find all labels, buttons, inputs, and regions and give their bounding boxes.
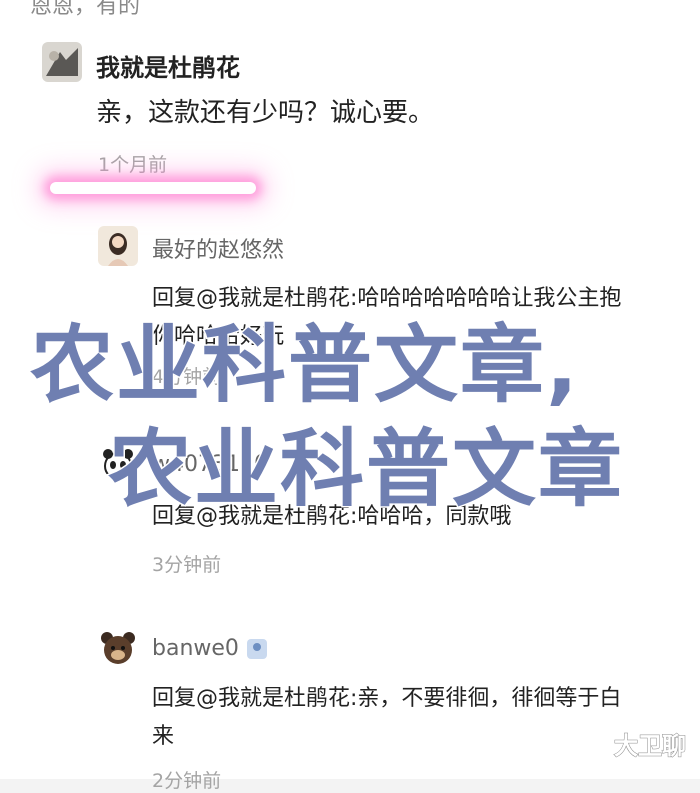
reply-avatar[interactable]: [98, 226, 138, 266]
highlight-glow-line: [50, 182, 256, 194]
reply-avatar[interactable]: [98, 628, 138, 668]
avatar-image-icon: [42, 42, 82, 82]
reply-time: 2分钟前: [152, 770, 222, 792]
bear-avatar-icon: [98, 628, 138, 668]
reply-author[interactable]: banwe0: [152, 636, 239, 661]
overlay-headline-1: 农业科普文章,: [29, 315, 580, 416]
cut-off-text: 恩恩，有的: [30, 0, 141, 19]
reply-author[interactable]: 最好的赵悠然: [152, 232, 284, 264]
overlay-headline-2: 农业科普文章: [106, 419, 625, 520]
reply-text: 回复@我就是杜鹃花:亲，不要徘徊，徘徊等于白来: [152, 686, 622, 749]
avatar-image-icon: [98, 226, 138, 266]
watermark: 大卫聊: [614, 732, 687, 761]
reply-author-row[interactable]: banwe0: [152, 636, 267, 661]
verified-badge-icon: [246, 639, 267, 659]
comment-text: 亲，这款还有少吗？诚心要。: [96, 98, 435, 128]
user-avatar[interactable]: [42, 42, 82, 82]
comment-author[interactable]: 我就是杜鹃花: [96, 48, 240, 83]
reply-time: 3分钟前: [152, 554, 222, 576]
comment-time: 1个月前: [98, 154, 168, 176]
comment-thread: 恩恩，有的 我就是杜鹃花 亲，这款还有少吗？诚心要。 1个月前 最好的赵悠然 回…: [0, 0, 700, 792]
